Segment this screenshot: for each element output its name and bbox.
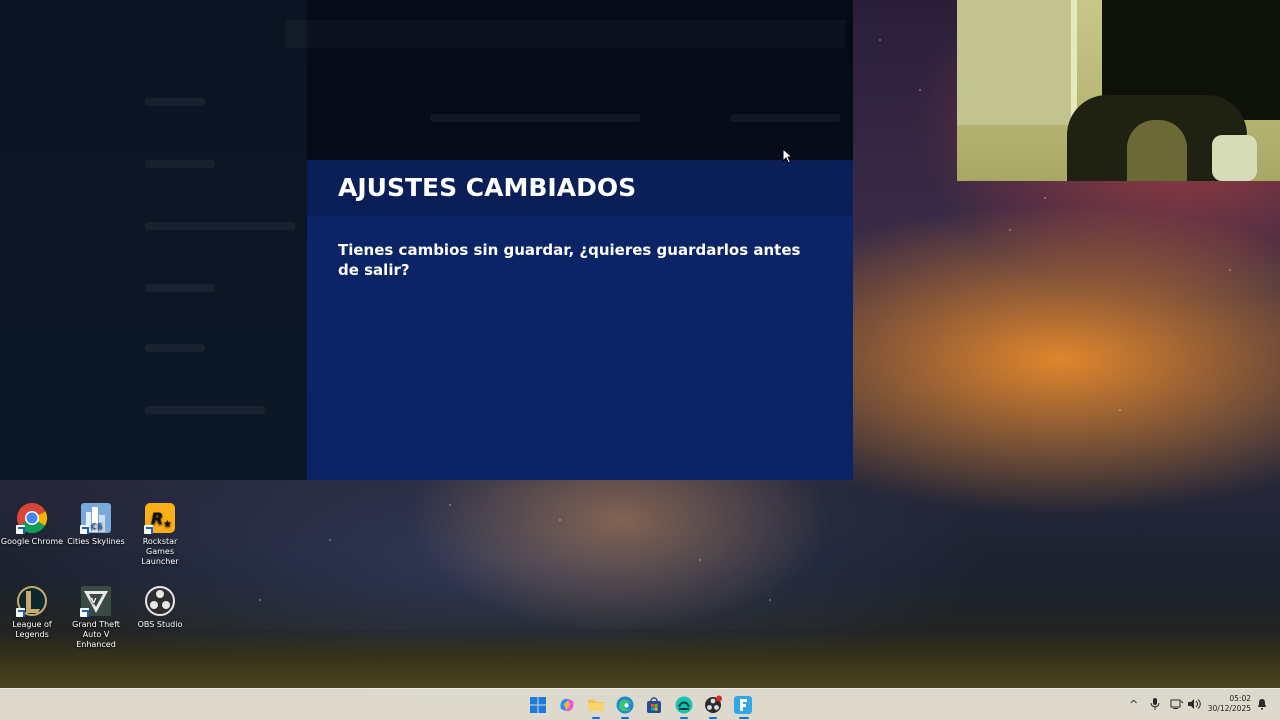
cities-skylines-icon: CS: [80, 502, 112, 534]
active-app-indicator: [739, 717, 749, 719]
copilot-icon[interactable]: [557, 695, 577, 715]
desktop-icon-label: OBS Studio: [137, 620, 183, 629]
obs-icon[interactable]: [703, 695, 723, 715]
ghost-setting-value: [730, 114, 840, 122]
ghost-menu-item: [145, 406, 265, 414]
store-icon[interactable]: [644, 695, 664, 715]
desktop-icon-obs-studio[interactable]: OBS Studio: [128, 585, 192, 630]
game-settings-sidebar: [0, 0, 307, 480]
taskbar: ^ 05:02 30/12/2025: [0, 688, 1280, 720]
desktop-icon-league-of-legends[interactable]: League of Legends: [0, 585, 64, 640]
teal-app-icon[interactable]: [674, 695, 694, 715]
mouse-cursor-icon: [782, 148, 794, 164]
chrome-icon: [16, 502, 48, 534]
desktop-icon-label: Google Chrome: [0, 537, 64, 546]
fortnite-icon[interactable]: [733, 695, 753, 715]
microphone-icon[interactable]: [1150, 698, 1160, 713]
windows-start-icon[interactable]: [528, 695, 548, 715]
clock-date: 30/12/2025: [1207, 704, 1251, 713]
clock-time: 05:02: [1229, 694, 1251, 703]
webcam-hand: [1212, 135, 1257, 181]
desktop-icon-cities-skylines[interactable]: CS Cities Skylines: [64, 502, 128, 547]
settings-changed-dialog: AJUSTES CAMBIADOS Tienes cambios sin gua…: [307, 160, 853, 480]
ghost-menu-item: [145, 222, 295, 230]
desktop-icon-rockstar-launcher[interactable]: R ★ Rockstar Games Launcher: [128, 502, 192, 567]
desktop-icon-label: Grand Theft Auto V Enhanced: [72, 620, 120, 649]
wallpaper-horizon: [0, 630, 1280, 688]
dialog-header: AJUSTES CAMBIADOS: [307, 160, 853, 216]
active-app-indicator: [621, 717, 629, 719]
rockstar-launcher-icon: R ★: [144, 502, 176, 534]
ghost-menu-item: [145, 344, 205, 352]
ghost-menu-item: [145, 284, 215, 292]
notification-bell-icon[interactable]: [1256, 698, 1268, 713]
dialog-message: Tienes cambios sin guardar, ¿quieres gua…: [338, 241, 801, 279]
network-icon[interactable]: [1170, 698, 1184, 713]
active-app-indicator: [680, 717, 688, 719]
taskbar-clock[interactable]: 05:02 30/12/2025: [1208, 694, 1251, 714]
ghost-tab-bar: [286, 20, 846, 48]
desktop-icon-label: League of Legends: [12, 620, 52, 639]
active-app-indicator: [709, 717, 717, 719]
edge-icon[interactable]: [615, 695, 635, 715]
ghost-menu-item: [145, 160, 215, 168]
ghost-setting-row: [430, 114, 640, 122]
svg-text:V: V: [91, 597, 97, 605]
folder-icon[interactable]: [586, 695, 606, 715]
desktop-icon-google-chrome[interactable]: Google Chrome: [0, 502, 64, 547]
svg-text:★: ★: [163, 519, 172, 530]
obs-studio-icon: [144, 585, 176, 617]
volume-icon[interactable]: [1187, 698, 1201, 713]
league-of-legends-icon: [16, 585, 48, 617]
tray-overflow-chevron[interactable]: ^: [1129, 698, 1138, 711]
svg-text:CS: CS: [91, 522, 103, 531]
desktop-icon-label: Rockstar Games Launcher: [141, 537, 179, 566]
ghost-menu-item: [145, 98, 205, 106]
active-app-indicator: [592, 717, 600, 719]
webcam-shelf: [957, 0, 1077, 125]
desktop-icon-label: Cities Skylines: [67, 537, 125, 546]
webcam-person: [1127, 120, 1187, 181]
webcam-overlay: [957, 0, 1280, 181]
dialog-title: AJUSTES CAMBIADOS: [338, 173, 637, 202]
gta-v-icon: V: [80, 585, 112, 617]
desktop-icon-gta-v[interactable]: V Grand Theft Auto V Enhanced: [64, 585, 128, 650]
